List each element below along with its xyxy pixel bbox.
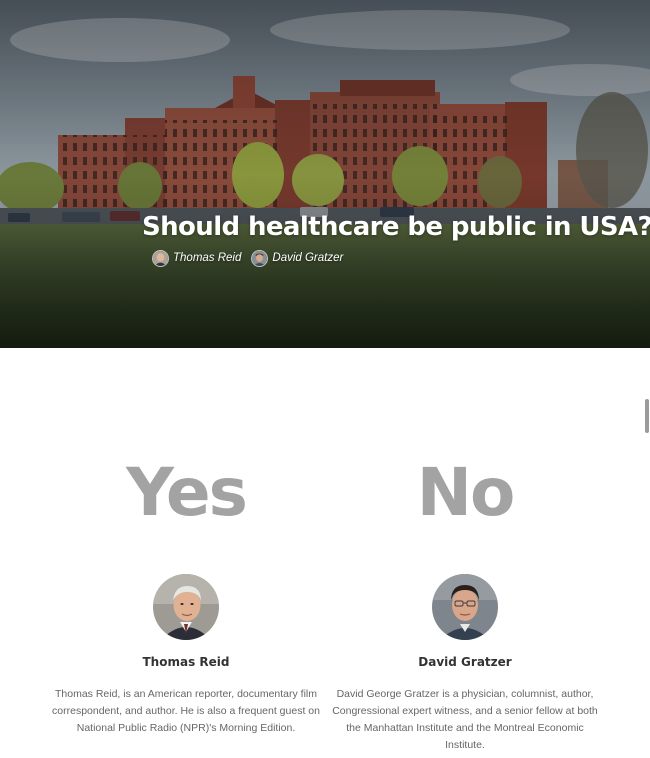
person-name: David Gratzer (418, 655, 512, 669)
hero-background-image (0, 0, 650, 348)
hero-author-name: David Gratzer (272, 252, 344, 264)
avatar[interactable] (432, 574, 498, 640)
avatar (251, 249, 269, 267)
side-heading-yes: Yes (126, 454, 248, 531)
page-title: Should healthcare be public in USA? (142, 212, 650, 242)
hero-banner: Should healthcare be public in USA? Thom… (0, 0, 650, 348)
hero-author-name: Thomas Reid (173, 252, 242, 264)
side-heading-no: No (416, 454, 516, 531)
hero-author-list: Thomas Reid David Gratzer (152, 248, 353, 268)
avatar (152, 249, 169, 267)
person-bio: David George Gratzer is a physician, col… (332, 688, 598, 751)
yes-column: Yes Thomas Reid Thomas Reid, is an Ameri… (36, 448, 336, 737)
hero-author-david-gratzer[interactable]: David Gratzer (251, 249, 344, 267)
no-column: No David Gratzer David George Gratzer is… (315, 448, 615, 754)
hero-author-thomas-reid[interactable]: Thomas Reid (152, 249, 242, 267)
person-bio: Thomas Reid, is an American reporter, do… (52, 688, 320, 734)
scrollbar-thumb[interactable] (645, 399, 649, 433)
person-name: Thomas Reid (142, 655, 230, 669)
avatar[interactable] (153, 574, 219, 640)
